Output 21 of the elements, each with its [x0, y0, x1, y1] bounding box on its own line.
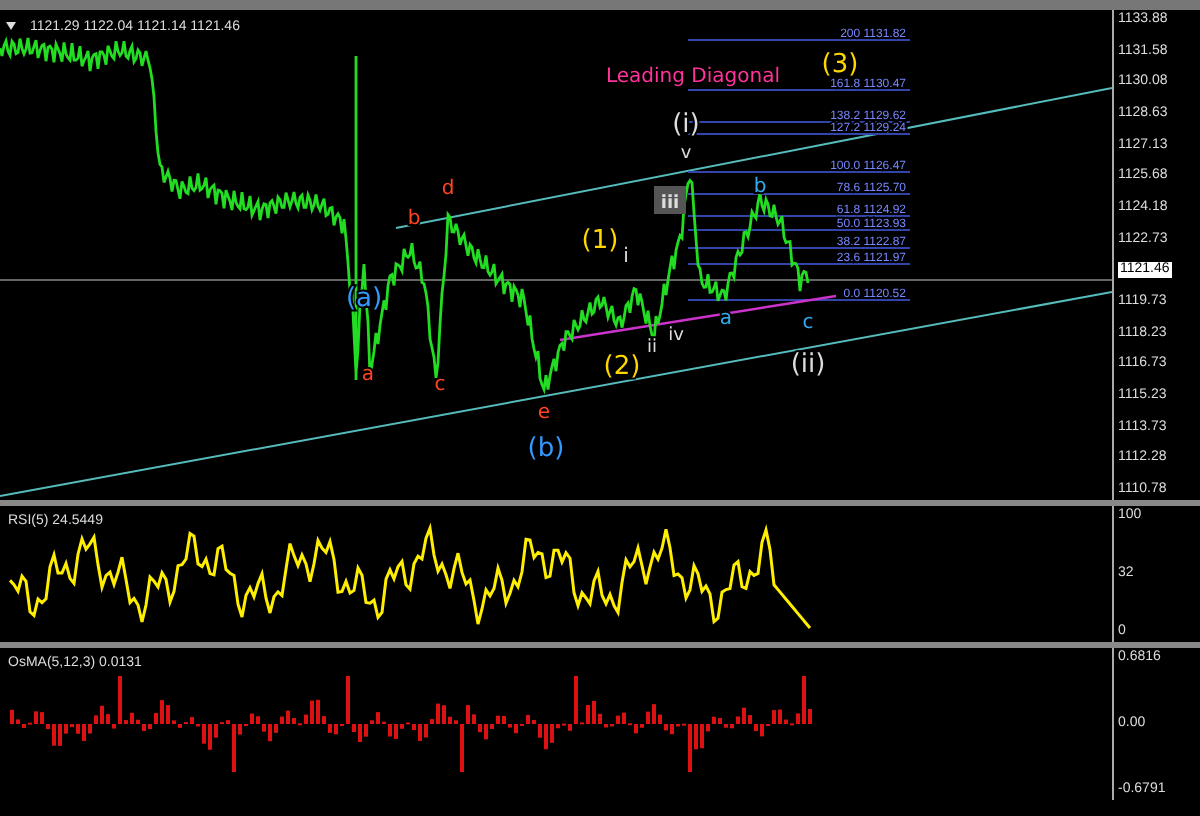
dropdown-icon[interactable]: [6, 22, 16, 30]
wave-label: c: [434, 374, 446, 396]
wave-label: iii: [660, 194, 680, 214]
wave-label: (ii): [790, 350, 826, 380]
wave-label: (b): [527, 434, 565, 464]
wave-label: a: [361, 364, 375, 386]
wave-label: ii: [647, 338, 657, 358]
wave-label: e: [537, 402, 551, 424]
wave-label: (1): [581, 226, 619, 256]
wave-label: i: [623, 246, 629, 268]
chart-annotation: Leading Diagonal: [606, 66, 780, 88]
wave-label: a: [719, 308, 733, 330]
wave-label: c: [802, 312, 814, 334]
wave-label: iv: [668, 326, 684, 346]
wave-label: (i): [672, 110, 700, 140]
wave-label: (2): [603, 352, 641, 382]
wave-label: (3): [821, 50, 859, 80]
wave-label: d: [441, 178, 455, 200]
wave-label: b: [753, 176, 767, 198]
wave-label: v: [680, 144, 692, 164]
label-background: [654, 186, 686, 214]
